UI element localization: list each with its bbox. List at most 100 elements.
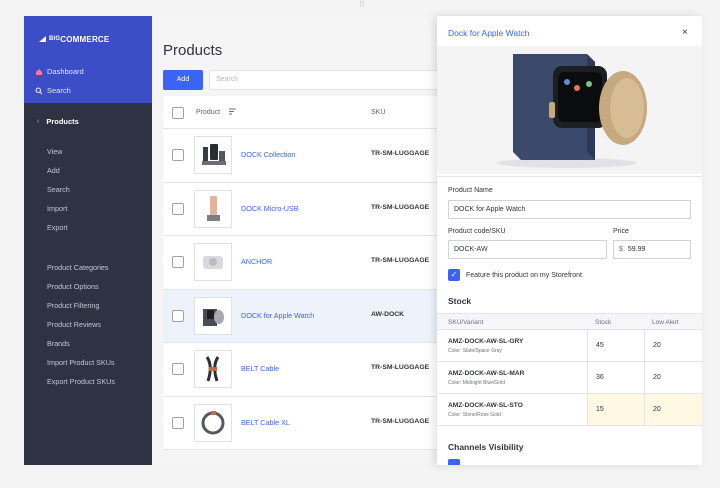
panel-title: Dock for Apple Watch: [448, 28, 530, 38]
product-sku: TR-SM-LUGGAGE: [371, 150, 430, 157]
low-alert-input[interactable]: 20: [644, 394, 702, 425]
product-thumbnail: [194, 403, 232, 442]
subnav-item-import-skus[interactable]: Import Product SKUs: [47, 353, 115, 372]
select-all-checkbox[interactable]: [172, 107, 184, 119]
product-sku: AW-DOCK: [371, 310, 405, 318]
channel-checkbox[interactable]: [448, 459, 460, 465]
product-thumbnail: [194, 189, 232, 228]
row-checkbox[interactable]: [172, 416, 184, 429]
row-checkbox[interactable]: [172, 256, 184, 268]
subnav-item-product-options[interactable]: Product Options: [47, 277, 115, 296]
stock-input[interactable]: 36: [587, 362, 644, 393]
product-name-link[interactable]: DOCK for Apple Watch: [241, 311, 314, 320]
row-checkbox[interactable]: [172, 202, 184, 215]
product-name-field[interactable]: DOCK for Apple Watch: [448, 200, 691, 219]
feature-checkbox[interactable]: ✓: [448, 269, 460, 281]
table-row[interactable]: ANCHOR TR-SM-LUGGAGE: [163, 236, 437, 290]
sidebar-item-dashboard[interactable]: Dashboard: [35, 67, 84, 76]
currency-symbol: $: [619, 246, 623, 253]
price-label: Price: [613, 228, 629, 235]
sidebar-item-search[interactable]: Search: [35, 86, 71, 95]
subnav-item-export-skus[interactable]: Export Product SKUs: [47, 372, 115, 391]
subnav-item-product-reviews[interactable]: Product Reviews: [47, 315, 115, 334]
section-divider: [437, 176, 702, 177]
subnav-item-export[interactable]: Export: [47, 218, 70, 237]
column-header-variant: SKU/Variant: [448, 319, 484, 326]
product-detail-panel: Dock for Apple Watch × Product Name DOCK…: [437, 16, 702, 465]
variant-row: AMZ-DOCK-AW-SL-MAR Color: Midnight Blue/…: [437, 362, 702, 394]
low-alert-input[interactable]: 20: [644, 330, 702, 361]
product-thumbnail: [194, 350, 232, 388]
product-name-link[interactable]: BELT Cable: [241, 364, 279, 373]
home-icon: [36, 68, 42, 75]
bigcommerce-logo[interactable]: BIG COMMERCE: [38, 32, 109, 46]
sidebar: BIG COMMERCE Dashboard Search ‹ Products…: [24, 16, 152, 465]
subnav-item-product-filtering[interactable]: Product Filtering: [47, 296, 115, 315]
low-alert-input[interactable]: 20: [644, 362, 702, 393]
table-row[interactable]: BELT Cable TR-SM-LUGGAGE: [163, 343, 437, 397]
logo-mark-icon: [39, 36, 46, 42]
dock-collection-image: [202, 144, 226, 165]
variant-color: Color: Stone/Rose Gold: [448, 412, 501, 418]
subnav-item-product-categories[interactable]: Product Categories: [47, 258, 115, 277]
dock-apple-watch-image: [203, 308, 224, 326]
add-product-button[interactable]: Add: [163, 70, 203, 90]
variant-row: AMZ-DOCK-AW-SL-STO Color: Stone/Rose Gol…: [437, 394, 702, 426]
subnav-item-brands[interactable]: Brands: [47, 334, 115, 353]
table-row[interactable]: DOCK Collection TR-SM-LUGGAGE: [163, 129, 437, 183]
logo-prefix: BIG: [49, 36, 61, 42]
anchor-image: [203, 256, 223, 269]
column-header-low-alert: Low Alert: [652, 319, 679, 326]
variant-color: Color: Midnight Blue/Gold: [448, 380, 505, 386]
product-name-link[interactable]: ANCHOR: [241, 257, 272, 266]
sidebar-item-products[interactable]: ‹ Products: [37, 117, 79, 126]
product-sku: TR-SM-LUGGAGE: [371, 364, 430, 371]
page-title: Products: [163, 42, 223, 59]
sku-field[interactable]: DOCK-AW: [448, 240, 607, 259]
products-subnav-secondary: Product Categories Product Options Produ…: [47, 258, 115, 391]
product-name-link[interactable]: BELT Cable XL: [241, 418, 290, 427]
price-field[interactable]: $ 59.99: [613, 240, 691, 259]
product-sku: TR-SM-LUGGAGE: [371, 203, 430, 211]
product-name-link[interactable]: DOCK Micro-USB: [241, 204, 299, 213]
row-checkbox[interactable]: [172, 363, 184, 375]
product-name-label: Product Name: [448, 187, 493, 194]
products-subnav: View Add Search Import Export: [47, 142, 70, 237]
stock-table: SKU/Variant Stock Low Alert AMZ-DOCK-AW-…: [437, 313, 702, 426]
row-checkbox[interactable]: [172, 149, 184, 161]
table-row[interactable]: DOCK for Apple Watch AW-DOCK: [163, 289, 437, 343]
sort-icon[interactable]: [229, 108, 237, 115]
subnav-item-import[interactable]: Import: [47, 199, 70, 218]
sidebar-item-label: Dashboard: [47, 67, 84, 76]
search-input[interactable]: Search: [209, 70, 437, 90]
logo-text: COMMERCE: [60, 34, 110, 44]
product-thumbnail: [194, 243, 232, 281]
subnav-item-view[interactable]: View: [47, 142, 70, 161]
table-row[interactable]: DOCK Micro-USB TR-SM-LUGGAGE: [163, 183, 437, 236]
products-main: Products Add Search Product SKU DOCK Col…: [152, 16, 437, 465]
subnav-item-search[interactable]: Search: [47, 180, 70, 199]
variant-sku: AMZ-DOCK-AW-SL-MAR: [448, 370, 525, 377]
sidebar-header: BIG COMMERCE Dashboard Search: [24, 16, 152, 103]
product-thumbnail: [194, 296, 232, 335]
column-header-stock: Stock: [595, 319, 612, 326]
search-icon: [35, 87, 43, 94]
product-name-link[interactable]: DOCK Collection: [241, 150, 295, 159]
variant-row: AMZ-DOCK-AW-SL-GRY Color: Slate/Space Gr…: [437, 330, 702, 362]
window-drag-handle[interactable]: ⠿: [358, 1, 366, 9]
sidebar-item-label: Search: [47, 86, 71, 95]
sku-label: Product code/SKU: [448, 228, 506, 235]
close-icon[interactable]: ×: [682, 27, 688, 38]
stock-input[interactable]: 15: [587, 394, 644, 425]
stock-input[interactable]: 45: [587, 330, 644, 361]
column-header-product[interactable]: Product: [196, 109, 220, 116]
row-checkbox[interactable]: [172, 309, 184, 322]
column-header-sku[interactable]: SKU: [371, 109, 385, 116]
product-hero-image: [437, 46, 702, 174]
apple-watch-dock-illustration: [437, 46, 702, 174]
chevron-left-icon: ‹: [37, 118, 40, 125]
subnav-item-add[interactable]: Add: [47, 161, 70, 180]
variant-color: Color: Slate/Space Gray: [448, 348, 502, 354]
feature-label: Feature this product on my Storefront: [466, 272, 582, 279]
table-row[interactable]: BELT Cable XL TR-SM-LUGGAGE: [163, 397, 437, 450]
